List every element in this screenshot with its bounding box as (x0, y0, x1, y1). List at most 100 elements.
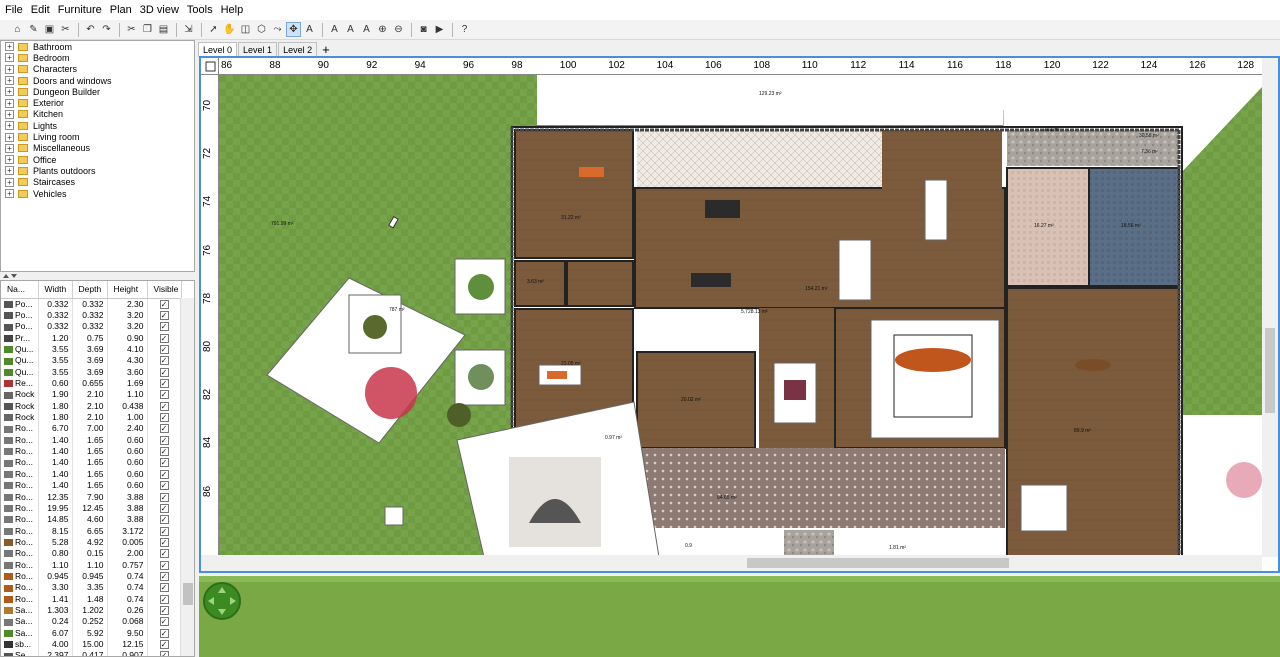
column-header-depth[interactable]: Depth (72, 281, 108, 299)
create-video-icon[interactable]: ▶ (432, 22, 447, 37)
table-row[interactable]: Qu... 3.55 3.69 4.30 ✓ (1, 354, 182, 367)
expand-icon[interactable]: + (5, 53, 14, 63)
panel-splitter[interactable] (0, 272, 195, 280)
tab-level-2[interactable]: Level 2 (278, 42, 318, 57)
table-row[interactable]: Ro... 1.41 1.48 0.74 ✓ (1, 592, 182, 605)
table-row[interactable]: Ro... 19.95 12.45 3.88 ✓ (1, 502, 182, 514)
text-decrease-icon[interactable]: A (359, 22, 374, 37)
visible-checkbox[interactable]: ✓ (159, 469, 169, 479)
scrollbar-thumb[interactable] (747, 558, 1009, 568)
table-row[interactable]: Ro... 1.40 1.65 0.60 ✓ (1, 479, 182, 491)
catalog-category[interactable]: + Bedroom (1, 52, 194, 63)
plan-horizontal-scrollbar[interactable] (201, 555, 1262, 571)
catalog-category[interactable]: + Plants outdoors (1, 165, 194, 176)
table-row[interactable]: Ro... 6.70 7.00 2.40 ✓ (1, 422, 182, 435)
column-header-height[interactable]: Height (107, 281, 148, 299)
visible-checkbox[interactable]: ✓ (159, 526, 169, 536)
table-row[interactable]: Ro... 14.85 4.60 3.88 ✓ (1, 513, 182, 525)
catalog-category[interactable]: + Staircases (1, 177, 194, 188)
redo-icon[interactable]: ↷ (99, 22, 114, 37)
visible-checkbox[interactable]: ✓ (159, 299, 169, 309)
create-dimensions-icon[interactable]: ✥ (286, 22, 301, 37)
menu-tools[interactable]: Tools (183, 0, 217, 20)
expand-icon[interactable]: + (5, 76, 14, 86)
create-polylines-icon[interactable]: ⤳ (270, 22, 285, 37)
select-icon[interactable]: ➚ (206, 22, 221, 37)
column-header-name[interactable]: Na... (1, 281, 39, 299)
table-row[interactable]: Ro... 5.28 4.92 0.005 ✓ (1, 536, 182, 548)
add-level-button[interactable]: + (318, 43, 334, 57)
create-labels-icon[interactable]: A (302, 22, 317, 37)
catalog-category[interactable]: + Living room (1, 131, 194, 142)
visible-checkbox[interactable]: ✓ (159, 560, 169, 570)
table-row[interactable]: Po... 0.332 0.332 3.20 ✓ (1, 309, 182, 321)
new-home-icon[interactable]: ⌂ (10, 22, 25, 37)
visible-checkbox[interactable]: ✓ (159, 639, 169, 649)
visible-checkbox[interactable]: ✓ (159, 503, 169, 513)
dining-rug[interactable] (870, 319, 1000, 439)
table-row[interactable]: Rock 1.80 2.10 0.438 ✓ (1, 400, 182, 412)
column-header-width[interactable]: Width (38, 281, 73, 299)
text-increase-icon[interactable]: A (343, 22, 358, 37)
visible-checkbox[interactable]: ✓ (159, 492, 169, 502)
expand-icon[interactable]: + (5, 166, 14, 176)
table-row[interactable]: Ro... 12.35 7.90 3.88 ✓ (1, 490, 182, 503)
visible-checkbox[interactable]: ✓ (159, 345, 169, 355)
dining-table[interactable] (895, 348, 971, 372)
visible-checkbox[interactable]: ✓ (159, 549, 169, 559)
table-row[interactable]: Ro... 1.40 1.65 0.60 ✓ (1, 434, 182, 446)
visible-checkbox[interactable]: ✓ (159, 651, 169, 656)
expand-icon[interactable]: + (5, 64, 14, 74)
undo-icon[interactable]: ↶ (83, 22, 98, 37)
plan-canvas[interactable]: 791.99 m² 787 m² 129.23 m² 31.22 m² 3.63… (219, 75, 1262, 557)
visible-checkbox[interactable]: ✓ (159, 322, 169, 332)
bed[interactable] (579, 167, 604, 177)
table-row[interactable]: Ro... 1.40 1.65 0.60 ✓ (1, 445, 182, 457)
catalog-category[interactable]: + Office (1, 154, 194, 165)
sofa[interactable] (705, 200, 740, 218)
table-row[interactable]: Qu... 3.55 3.69 4.10 ✓ (1, 343, 182, 355)
3d-view[interactable] (199, 576, 1280, 657)
zoom-out-icon[interactable]: ⊖ (391, 22, 406, 37)
side-table[interactable] (1020, 484, 1068, 532)
menu-furniture[interactable]: Furniture (54, 0, 106, 20)
visible-checkbox[interactable]: ✓ (159, 583, 169, 593)
catalog-category[interactable]: + Bathroom (1, 41, 194, 52)
visible-checkbox[interactable]: ✓ (159, 537, 169, 547)
table-row[interactable]: Ro... 8.15 6.65 3.172 ✓ (1, 524, 182, 537)
visible-checkbox[interactable]: ✓ (159, 458, 169, 468)
expand-icon[interactable]: + (5, 132, 14, 142)
text-style-icon[interactable]: A (327, 22, 342, 37)
catalog-category[interactable]: + Vehicles (1, 188, 194, 199)
visible-checkbox[interactable]: ✓ (159, 447, 169, 457)
table-row[interactable]: Rock 1.80 2.10 1.00 ✓ (1, 411, 182, 423)
menu-plan[interactable]: Plan (106, 0, 136, 20)
table-row[interactable]: Ro... 1.40 1.65 0.60 ✓ (1, 468, 182, 480)
table-row[interactable]: Ro... 0.80 0.15 2.00 ✓ (1, 547, 182, 559)
add-furniture-icon[interactable]: ⇲ (181, 22, 196, 37)
create-rooms-icon[interactable]: ⬡ (254, 22, 269, 37)
table-row[interactable]: Pr... 1.20 0.75 0.90 ✓ (1, 332, 182, 344)
expand-icon[interactable]: + (5, 121, 14, 131)
column-header-visible[interactable]: Visible (147, 281, 182, 299)
menu-3d-view[interactable]: 3D view (136, 0, 183, 20)
copy-icon[interactable]: ❐ (140, 22, 155, 37)
catalog-category[interactable]: + Dungeon Builder (1, 86, 194, 97)
visible-checkbox[interactable]: ✓ (159, 379, 169, 389)
scrollbar-thumb[interactable] (1265, 328, 1275, 413)
table-row[interactable]: Se... 2.397 0.417 0.907 ✓ (1, 649, 182, 656)
tab-level-1[interactable]: Level 1 (238, 42, 278, 57)
visible-checkbox[interactable]: ✓ (159, 390, 169, 400)
round-table[interactable] (1075, 359, 1111, 371)
navigation-arrows-control[interactable] (203, 582, 241, 620)
expand-icon[interactable]: + (5, 109, 14, 119)
catalog-category[interactable]: + Characters (1, 64, 194, 75)
create-photo-icon[interactable]: ◙ (416, 22, 431, 37)
visible-checkbox[interactable]: ✓ (159, 617, 169, 627)
table-row[interactable]: Ro... 3.30 3.35 0.74 ✓ (1, 581, 182, 593)
expand-icon[interactable]: + (5, 87, 14, 97)
table-row[interactable]: sb... 4.00 15.00 12.15 ✓ (1, 638, 182, 650)
table-row[interactable]: Sa... 1.303 1.202 0.26 ✓ (1, 604, 182, 616)
cabinet[interactable] (838, 239, 872, 301)
visible-checkbox[interactable]: ✓ (159, 311, 169, 321)
